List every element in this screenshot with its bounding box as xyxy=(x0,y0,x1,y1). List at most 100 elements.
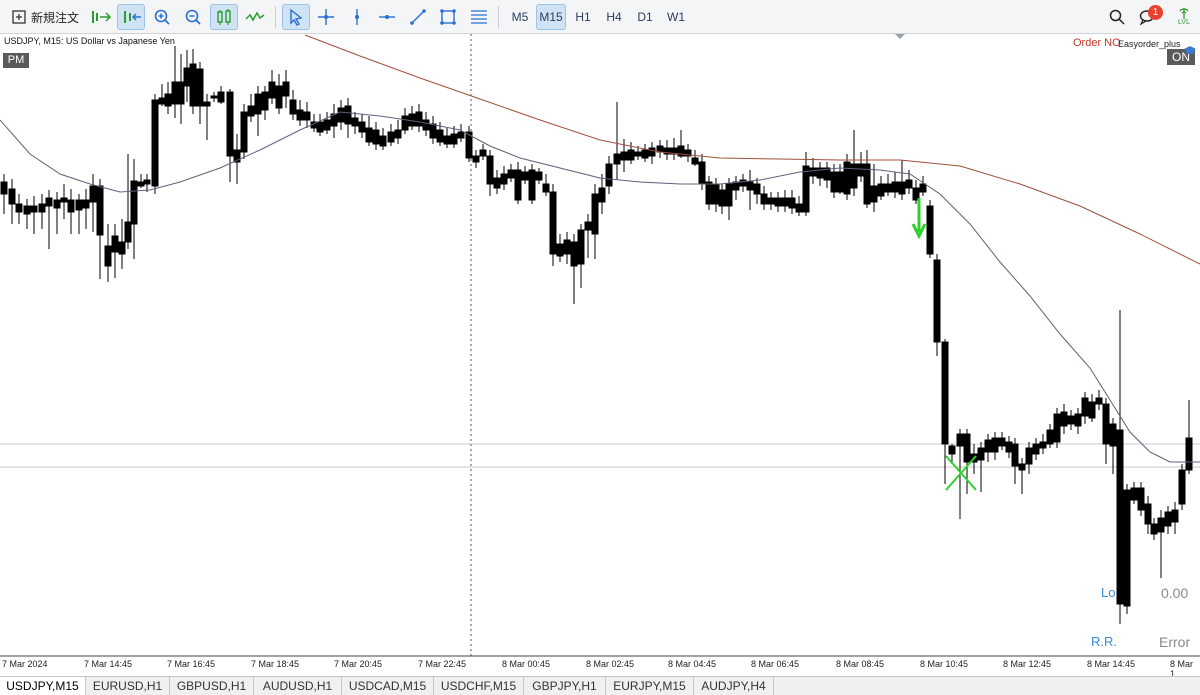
candle xyxy=(753,183,761,195)
chart-area[interactable]: USDJPY, M15: US Dollar vs Japanese Yen P… xyxy=(0,34,1200,679)
fibonacci-button[interactable] xyxy=(467,4,491,30)
autoscroll-icon xyxy=(124,11,141,23)
error-label: Error xyxy=(1159,634,1191,650)
candle xyxy=(111,235,119,253)
horizontal-line-button[interactable] xyxy=(375,4,399,30)
candle xyxy=(577,229,585,265)
candle xyxy=(422,119,430,131)
candle xyxy=(124,221,132,243)
shift-marker[interactable] xyxy=(895,34,905,39)
candle xyxy=(67,199,75,213)
candle xyxy=(891,181,899,193)
candle xyxy=(436,129,444,143)
signals-button[interactable]: LVL xyxy=(1172,4,1196,30)
candle xyxy=(850,163,858,189)
candle xyxy=(521,171,529,181)
candle xyxy=(394,129,402,139)
slow-moving-average[interactable] xyxy=(304,34,1200,265)
time-axis-label: 8 Mar 14:45 xyxy=(1087,659,1136,669)
candle xyxy=(171,81,179,105)
candle xyxy=(514,169,522,201)
time-axis-label: 7 Mar 2024 xyxy=(2,659,48,669)
chart-tab[interactable]: GBPUSD,H1 xyxy=(170,677,254,695)
candle xyxy=(591,193,599,235)
time-axis-label: 8 Mar 10:45 xyxy=(920,659,969,669)
trendline-button[interactable] xyxy=(406,4,430,30)
candle xyxy=(151,99,159,187)
candle xyxy=(282,81,290,97)
chart-tab[interactable]: AUDJPY,H4 xyxy=(694,677,774,695)
candle xyxy=(705,181,713,205)
chart-tab[interactable]: EURJPY,M15 xyxy=(606,677,694,695)
zoom-in-button[interactable] xyxy=(150,4,174,30)
search-icon xyxy=(1109,9,1125,25)
candle xyxy=(137,181,145,187)
candle xyxy=(45,197,53,207)
candle xyxy=(584,221,592,231)
rectangle-icon xyxy=(440,9,456,25)
crosshair-icon xyxy=(318,9,334,25)
candle xyxy=(118,241,126,255)
candle xyxy=(164,93,172,107)
candle xyxy=(226,91,234,157)
chart-shift-button[interactable] xyxy=(88,4,114,30)
candle xyxy=(429,123,437,139)
chart-tab[interactable]: USDCAD,M15 xyxy=(342,677,434,695)
timeframe-d1-button[interactable]: D1 xyxy=(634,4,656,30)
vertical-line-button[interactable] xyxy=(345,4,369,30)
candle xyxy=(898,181,906,195)
candle xyxy=(1137,487,1145,511)
candle xyxy=(1039,441,1047,449)
new-order-button[interactable]: 新規注文 xyxy=(6,4,84,30)
line-chart-button[interactable] xyxy=(243,4,267,30)
candle xyxy=(372,129,380,145)
chart-tabs: USDJPY,M15 EURUSD,H1 GBPUSD,H1 AUDUSD,H1 USD… xyxy=(0,676,1200,695)
price-chart[interactable] xyxy=(0,34,1200,676)
candle xyxy=(1095,397,1103,405)
crosshair-button[interactable] xyxy=(314,4,338,30)
time-axis-label: 8 Mar 00:45 xyxy=(502,659,551,669)
candle xyxy=(210,95,218,99)
candle xyxy=(563,239,571,255)
candle xyxy=(648,147,656,157)
timeframe-h4-button[interactable]: H4 xyxy=(602,4,626,30)
timeframe-label: M15 xyxy=(539,10,563,24)
search-button[interactable] xyxy=(1106,4,1128,30)
candle xyxy=(739,179,747,187)
rr-label: R.R. xyxy=(1091,634,1117,649)
timeframe-m5-button[interactable]: M5 xyxy=(508,4,532,30)
chart-tab[interactable]: GBPJPY,H1 xyxy=(524,677,606,695)
chart-header: USDJPY, M15: US Dollar vs Japanese Yen xyxy=(4,36,175,46)
candle xyxy=(1157,517,1165,533)
chart-tab[interactable]: USDJPY,M15 xyxy=(0,677,86,695)
candle xyxy=(104,245,112,267)
time-axis-label: 8 Mar 08:45 xyxy=(836,659,885,669)
cursor-button[interactable] xyxy=(282,4,310,30)
autoscroll-button[interactable] xyxy=(117,4,145,30)
candle xyxy=(457,131,465,139)
candle xyxy=(1171,509,1179,523)
expert-hat-icon xyxy=(1183,40,1197,59)
fast-moving-average[interactable] xyxy=(0,111,1200,463)
chart-tab[interactable]: EURUSD,H1 xyxy=(86,677,170,695)
timeframe-h1-button[interactable]: H1 xyxy=(572,4,594,30)
candle xyxy=(809,167,817,177)
candle xyxy=(8,188,16,205)
candle xyxy=(30,205,38,213)
pm-badge[interactable]: PM xyxy=(3,53,29,68)
chart-tab[interactable]: USDCHF,M15 xyxy=(434,677,524,695)
candlestick-button[interactable] xyxy=(210,4,238,30)
candle xyxy=(189,63,197,107)
candle xyxy=(196,68,204,107)
candle xyxy=(38,203,46,213)
timeframe-w1-button[interactable]: W1 xyxy=(664,4,688,30)
candle xyxy=(556,243,564,257)
shapes-button[interactable] xyxy=(436,4,460,30)
time-axis-label: 7 Mar 22:45 xyxy=(418,659,467,669)
chart-tab[interactable]: AUDUSD,H1 xyxy=(254,677,342,695)
candle xyxy=(1102,403,1110,445)
candle xyxy=(977,447,985,461)
timeframe-m15-button[interactable]: M15 xyxy=(536,4,566,30)
zoom-out-button[interactable] xyxy=(181,4,205,30)
candle xyxy=(1164,511,1172,527)
